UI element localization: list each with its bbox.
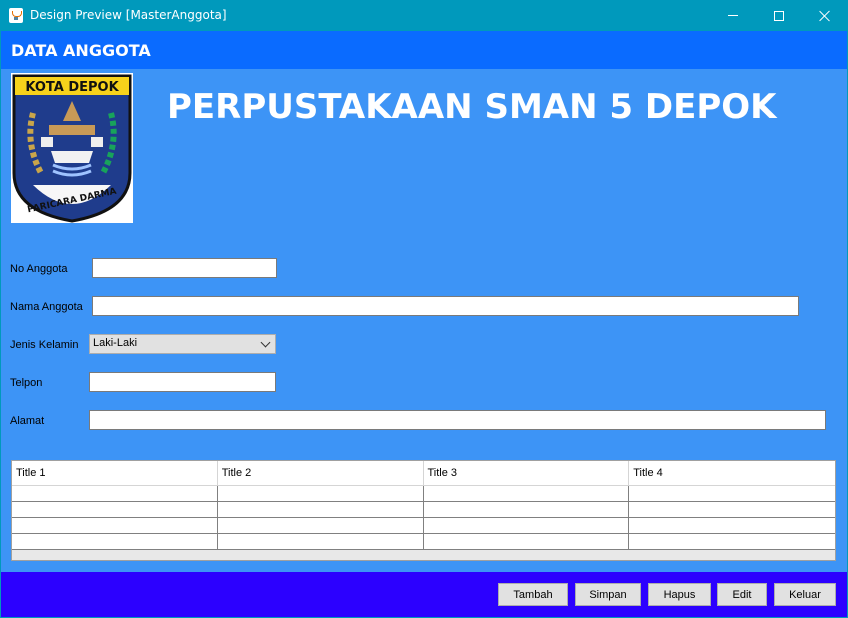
- kota-depok-emblem-icon: KOTA DEPOK PARICARA DARMA: [12, 74, 132, 223]
- table-cell[interactable]: [218, 534, 424, 549]
- header-band: DATA ANGGOTA: [1, 31, 847, 69]
- jenis-kelamin-value: Laki-Laki: [93, 337, 138, 349]
- keluar-button[interactable]: Keluar: [774, 583, 836, 606]
- table-row[interactable]: [12, 502, 835, 518]
- library-banner: PERPUSTAKAAN SMAN 5 DEPOK: [167, 87, 777, 127]
- jenis-kelamin-label: Jenis Kelamin: [10, 339, 79, 351]
- telpon-label: Telpon: [10, 377, 43, 389]
- table-cell[interactable]: [424, 502, 630, 517]
- table-cell[interactable]: [12, 502, 218, 517]
- table-header: Title 1 Title 2 Title 3 Title 4: [12, 461, 835, 486]
- telpon-field[interactable]: [89, 372, 276, 392]
- close-button[interactable]: [802, 0, 848, 31]
- jenis-kelamin-select[interactable]: Laki-Laki: [89, 334, 276, 354]
- column-header-title-4[interactable]: Title 4: [629, 461, 835, 486]
- no-anggota-field[interactable]: [92, 258, 277, 278]
- nama-anggota-label: Nama Anggota: [10, 301, 83, 313]
- maximize-icon: [774, 10, 784, 21]
- maximize-button[interactable]: [756, 0, 802, 31]
- table-cell[interactable]: [629, 534, 835, 549]
- table-row[interactable]: [12, 518, 835, 534]
- table-cell[interactable]: [424, 518, 630, 533]
- page-title: DATA ANGGOTA: [11, 41, 151, 60]
- table-row[interactable]: [12, 486, 835, 502]
- table-cell[interactable]: [12, 534, 218, 549]
- edit-button[interactable]: Edit: [717, 583, 767, 606]
- minimize-icon: [728, 15, 738, 16]
- table-cell[interactable]: [424, 534, 630, 549]
- minimize-button[interactable]: [710, 0, 756, 31]
- table-cell[interactable]: [218, 518, 424, 533]
- simpan-button[interactable]: Simpan: [575, 583, 641, 606]
- alamat-label: Alamat: [10, 415, 45, 427]
- close-icon: [819, 10, 831, 22]
- button-bar: Tambah Simpan Hapus Edit Keluar: [1, 572, 847, 617]
- table-cell[interactable]: [12, 486, 218, 501]
- logo-top-text: KOTA DEPOK: [25, 80, 119, 95]
- table-cell[interactable]: [629, 518, 835, 533]
- table-empty-area: [12, 550, 835, 560]
- table-row[interactable]: [12, 534, 835, 550]
- column-header-title-2[interactable]: Title 2: [218, 461, 424, 486]
- tambah-button[interactable]: Tambah: [498, 583, 568, 606]
- chevron-down-icon: [260, 337, 271, 348]
- column-header-title-1[interactable]: Title 1: [12, 461, 218, 486]
- alamat-field[interactable]: [89, 410, 826, 430]
- no-anggota-label: No Anggota: [10, 263, 68, 275]
- table-cell[interactable]: [12, 518, 218, 533]
- table-cell[interactable]: [629, 502, 835, 517]
- table-cell[interactable]: [218, 502, 424, 517]
- table-cell[interactable]: [218, 486, 424, 501]
- column-header-title-3[interactable]: Title 3: [424, 461, 630, 486]
- nama-anggota-field[interactable]: [92, 296, 799, 316]
- kota-depok-logo: KOTA DEPOK PARICARA DARMA: [11, 73, 133, 223]
- window-titlebar: Design Preview [MasterAnggota]: [0, 0, 848, 31]
- window-title: Design Preview [MasterAnggota]: [30, 8, 227, 22]
- java-icon: [9, 8, 23, 23]
- main-panel: DATA ANGGOTA KOTA DEPOK PARICARA DARMA P…: [1, 31, 847, 617]
- anggota-table[interactable]: Title 1 Title 2 Title 3 Title 4: [11, 460, 836, 561]
- hapus-button[interactable]: Hapus: [648, 583, 711, 606]
- table-cell[interactable]: [424, 486, 630, 501]
- table-cell[interactable]: [629, 486, 835, 501]
